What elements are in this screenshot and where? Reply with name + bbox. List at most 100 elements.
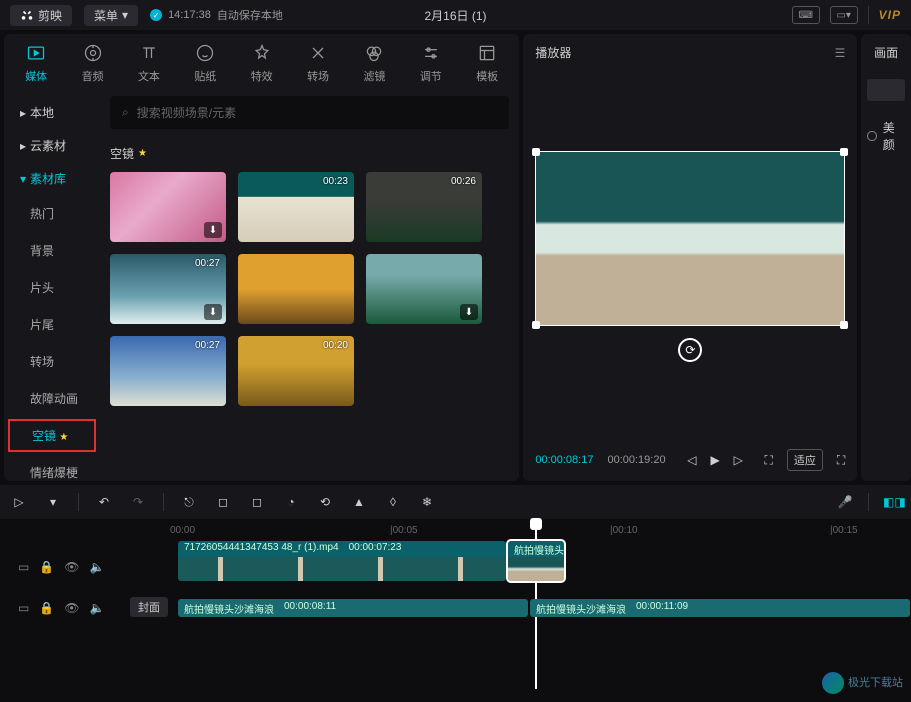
time-current: 00:00:08:17 (535, 454, 593, 466)
nav-sub-outro[interactable]: 片尾 (4, 306, 100, 343)
tab-template[interactable]: 模板 (459, 42, 515, 84)
asset-item[interactable]: 00:20 (238, 336, 354, 406)
lock-icon[interactable]: 🔒 (39, 560, 54, 574)
lock-icon[interactable]: 🔒 (39, 601, 54, 615)
preview-frame[interactable] (535, 151, 845, 326)
transition-icon (307, 42, 329, 64)
tab-transition[interactable]: 转场 (290, 42, 346, 84)
next-frame-icon[interactable]: ▷ (734, 453, 743, 467)
right-tab-picture[interactable]: 画面 (867, 44, 905, 61)
time-total: 00:00:19:20 (607, 454, 665, 466)
app-logo[interactable]: 剪映 (10, 5, 72, 26)
search-input[interactable]: ⌕ 搜索视频场景/元素 (110, 96, 509, 129)
audio-clip-2[interactable]: 航拍慢镜头沙滩海浪00:00:11:09 (530, 599, 910, 617)
video-clip-2[interactable]: 航拍慢镜头 (508, 541, 564, 581)
tab-audio[interactable]: 音频 (64, 42, 120, 84)
redo-icon[interactable]: ↷ (129, 495, 147, 509)
nav-sub-background[interactable]: 背景 (4, 232, 100, 269)
chevron-down-icon: ▾ (122, 8, 128, 22)
asset-item[interactable]: ⬇ (110, 172, 226, 242)
pointer-tool[interactable]: ▷ (10, 495, 28, 509)
add-icon[interactable]: ⬇ (204, 222, 222, 238)
resize-handle[interactable] (840, 321, 848, 329)
pointer-dropdown[interactable]: ▾ (44, 495, 62, 509)
chevron-right-icon: ▸ (20, 106, 26, 120)
nav-cloud[interactable]: ▸云素材 (4, 129, 100, 162)
crop-tool-icon[interactable]: ◊ (384, 495, 402, 509)
prev-frame-icon[interactable]: ◁ (687, 453, 696, 467)
search-placeholder: 搜索视频场景/元素 (137, 104, 236, 121)
tab-effects[interactable]: 特效 (234, 42, 290, 84)
section-title: 空镜★ (110, 145, 509, 162)
mirror-icon[interactable]: ▲ (350, 495, 368, 509)
asset-item[interactable]: 00:27⬇ (110, 254, 226, 324)
tab-text[interactable]: 文本 (121, 42, 177, 84)
delete-left-icon[interactable]: ◻ (214, 495, 232, 509)
preview-menu-icon[interactable]: ☰ (835, 46, 846, 60)
tab-sticker[interactable]: 贴纸 (177, 42, 233, 84)
nav-sub-transition[interactable]: 转场 (4, 343, 100, 380)
vip-badge[interactable]: VIP (879, 8, 901, 22)
collapse-icon[interactable]: ▭ (18, 601, 29, 615)
media-icon (25, 42, 47, 64)
fit-button[interactable]: 适应 (787, 449, 823, 471)
mute-icon[interactable]: 🔈 (90, 560, 105, 574)
right-panel-row[interactable] (867, 79, 905, 101)
side-nav: ▸本地 ▸云素材 ▾素材库 热门 背景 片头 片尾 转场 故障动画 空镜 ★ 情… (4, 88, 100, 481)
asset-item[interactable]: 00:26 (366, 172, 482, 242)
filter-icon (363, 42, 385, 64)
nav-sub-hot[interactable]: 热门 (4, 195, 100, 232)
resize-handle[interactable] (532, 321, 540, 329)
collapse-icon[interactable]: ▭ (18, 560, 29, 574)
timeline-ruler[interactable]: 00:00 |00:05 |00:10 |00:15 (0, 519, 911, 541)
layout-icon[interactable]: ▭▾ (830, 6, 858, 24)
video-clip-1[interactable]: 71726054441347453 48_r (1).mp400:00:07:2… (178, 541, 506, 581)
text-icon (138, 42, 160, 64)
eye-icon[interactable]: 👁 (64, 560, 79, 574)
nav-sub-glitch[interactable]: 故障动画 (4, 380, 100, 417)
cover-button[interactable]: 封面 (130, 597, 168, 617)
reverse-icon[interactable]: ⟲ (316, 495, 334, 509)
chevron-down-icon: ▾ (20, 172, 26, 186)
speed-icon[interactable]: ◔ (282, 495, 300, 509)
audio-clip-1[interactable]: 航拍慢镜头沙滩海浪00:00:08:11 (178, 599, 528, 617)
media-tabs: 媒体 音频 文本 贴纸 特效 转场 (4, 34, 519, 88)
eye-icon[interactable]: 👁 (64, 601, 79, 615)
asset-item[interactable]: 00:27 (110, 336, 226, 406)
nav-sub-empty-shot[interactable]: 空镜 ★ (8, 419, 96, 452)
play-icon[interactable]: ▶ (710, 453, 719, 467)
track-controls: ▭ 🔒 👁 🔈 (18, 597, 104, 619)
add-icon[interactable]: ⬇ (460, 304, 478, 320)
beauty-toggle[interactable]: 美颜 (867, 119, 905, 153)
tab-media[interactable]: 媒体 (8, 42, 64, 84)
add-icon[interactable]: ⬇ (204, 304, 222, 320)
undo-icon[interactable]: ↶ (95, 495, 113, 509)
resize-handle[interactable] (532, 148, 540, 156)
mute-icon[interactable]: 🔈 (90, 601, 105, 615)
mic-icon[interactable]: 🎤 (836, 495, 854, 509)
search-icon: ⌕ (122, 105, 129, 120)
app-name: 剪映 (38, 7, 62, 24)
asset-item[interactable]: 00:23 (238, 172, 354, 242)
nav-local[interactable]: ▸本地 (4, 96, 100, 129)
freeze-icon[interactable]: ❄ (418, 495, 436, 509)
split-icon[interactable]: ⎋ (180, 495, 198, 510)
rotate-handle[interactable]: ⟳ (678, 338, 702, 362)
delete-right-icon[interactable]: ◻ (248, 495, 266, 509)
nav-sub-intro[interactable]: 片头 (4, 269, 100, 306)
resize-handle[interactable] (840, 148, 848, 156)
project-title[interactable]: 2月16日 (1) (424, 7, 486, 24)
nav-sub-emotion[interactable]: 情绪爆梗 (4, 454, 100, 481)
watermark: 极光下载站 (822, 672, 903, 694)
crop-icon[interactable]: ⛶ (765, 453, 773, 468)
menu-button[interactable]: 菜单 ▾ (84, 5, 138, 26)
magnet-icon[interactable]: ◧◨ (883, 495, 901, 509)
fullscreen-icon[interactable]: ⛶ (837, 453, 845, 468)
tab-filter[interactable]: 滤镜 (346, 42, 402, 84)
nav-library[interactable]: ▾素材库 (4, 162, 100, 195)
preview-canvas[interactable]: ⟳ (535, 71, 845, 441)
asset-item[interactable]: ⬇ (366, 254, 482, 324)
tab-adjust[interactable]: 调节 (403, 42, 459, 84)
asset-item[interactable] (238, 254, 354, 324)
keyboard-icon[interactable]: ⌨ (792, 6, 820, 24)
